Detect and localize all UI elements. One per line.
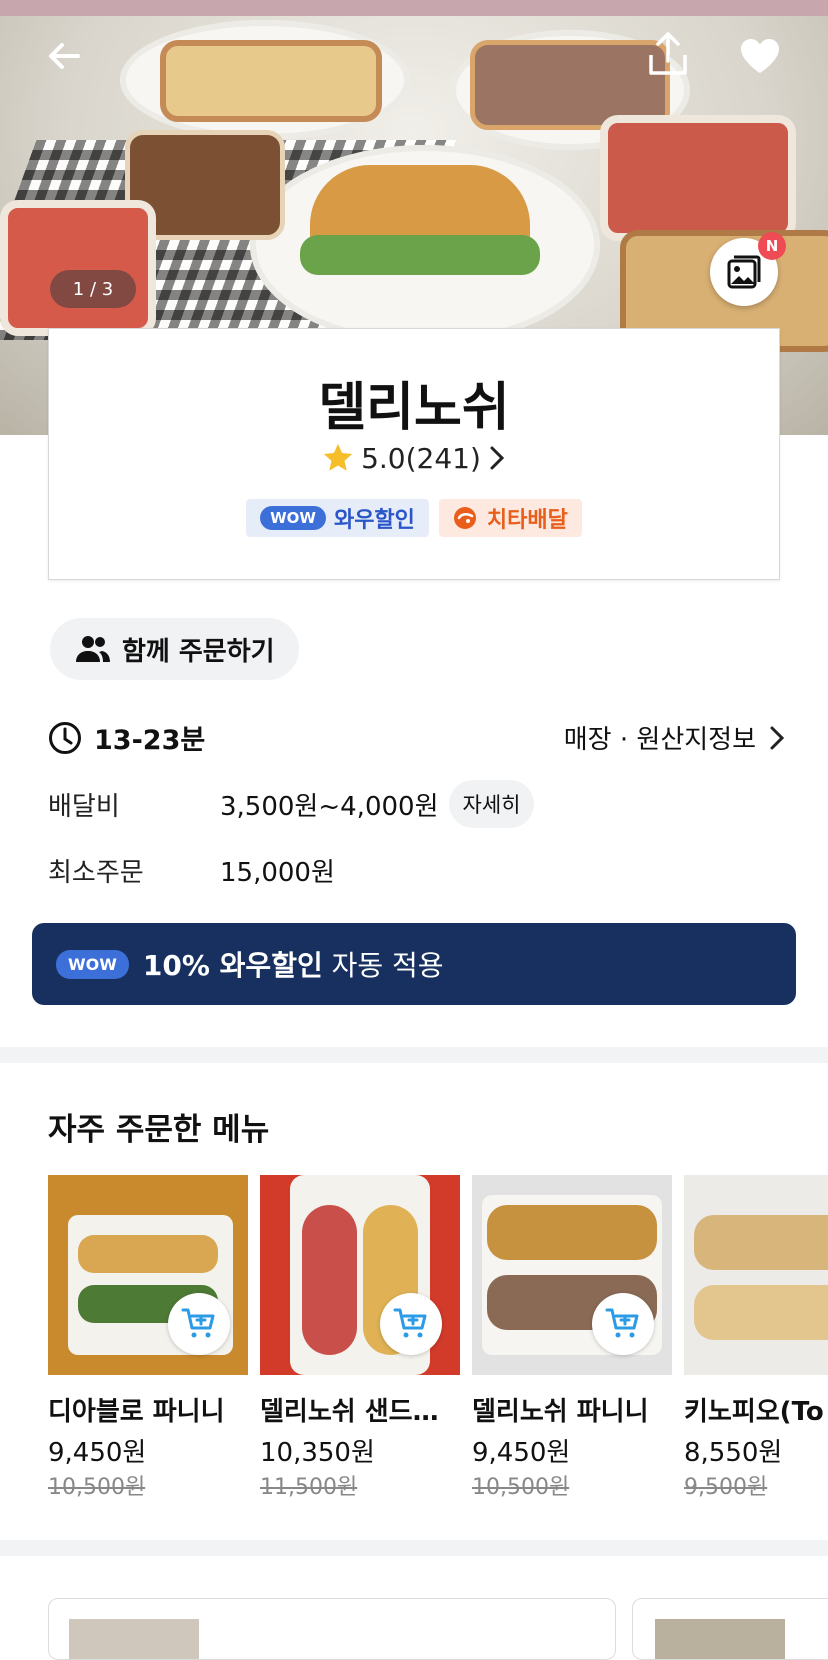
star-icon (323, 443, 353, 471)
add-to-cart-button[interactable] (380, 1293, 442, 1355)
wow-pill: WOW (260, 506, 326, 530)
menu-price: 9,450원 (472, 1438, 571, 1468)
menu-image (48, 1175, 248, 1375)
wow-banner-rest: 자동 적용 (322, 949, 444, 982)
rating-link[interactable]: 5.0 (241) (49, 441, 779, 475)
new-badge: N (758, 232, 786, 260)
menu-original-price: 10,500원 (48, 1475, 146, 1500)
promo-card[interactable] (632, 1598, 828, 1660)
sandwich (0, 200, 156, 336)
clock-icon (49, 721, 81, 754)
share-icon (649, 32, 687, 75)
frequent-menu-title: 자주 주문한 메뉴 (48, 1112, 270, 1148)
promo-thumbnail (655, 1619, 785, 1659)
cart-add-icon (181, 1308, 215, 1338)
menu-original-price: 11,500원 (260, 1475, 358, 1500)
store-info-link[interactable]: 매장 · 원산지정보 (564, 719, 786, 756)
min-order-value: 15,000원 (220, 858, 335, 888)
menu-price: 9,450원 (48, 1438, 147, 1468)
heart-icon (741, 39, 779, 73)
photo-review-button[interactable]: N (710, 232, 786, 306)
lettuce (300, 235, 540, 275)
wow-discount-banner[interactable]: WOW 10% 와우할인 자동 적용 (32, 923, 796, 1005)
menu-price: 8,550원 (684, 1438, 783, 1468)
wow-pill: WOW (56, 949, 129, 979)
add-to-cart-button[interactable] (168, 1293, 230, 1355)
section-divider (0, 1540, 828, 1556)
delivery-fee-row: 배달비 3,500원~4,000원 자세히 (48, 780, 535, 828)
menu-name: 키노피오(To (684, 1397, 824, 1427)
delivery-time: 13-23분 (48, 718, 205, 757)
menu-original-price: 10,500원 (472, 1475, 570, 1500)
delivery-fee-detail-button[interactable]: 자세히 (448, 780, 535, 828)
min-order-row: 최소주문 15,000원 (48, 852, 335, 889)
sandwich (160, 40, 382, 122)
wow-discount-label: 와우할인 (333, 508, 415, 533)
delivery-time-value: 13-23분 (94, 725, 206, 756)
cart-add-icon (393, 1308, 427, 1338)
menu-original-price: 9,500원 (684, 1475, 768, 1500)
menu-image (472, 1175, 672, 1375)
gallery-icon (727, 255, 761, 289)
menu-price: 10,350원 (260, 1438, 375, 1468)
delivery-time-row: 13-23분 매장 · 원산지정보 (48, 718, 786, 757)
wow-banner-highlight: 10% 와우할인 (142, 949, 323, 982)
menu-item[interactable]: 디아블로 파니니 9,450원 10,500원 (48, 1175, 248, 1501)
menu-name: 델리노쉬 샌드… (260, 1397, 439, 1427)
store-info-label: 매장 · 원산지정보 (563, 725, 756, 755)
wow-discount-badge: WOW 와우할인 (246, 499, 429, 537)
group-order-button[interactable]: 함께 주문하기 (50, 618, 299, 680)
menu-name: 디아블로 파니니 (48, 1397, 225, 1427)
menu-image (684, 1175, 828, 1375)
promo-card[interactable] (48, 1598, 616, 1660)
menu-name: 델리노쉬 파니니 (472, 1397, 649, 1427)
promo-thumbnail (69, 1619, 199, 1659)
group-order-label: 함께 주문하기 (122, 636, 275, 667)
back-button[interactable] (40, 32, 88, 80)
store-info-card: 델리노쉬 5.0 (241) WOW 와우할인 치타배달 (48, 328, 780, 580)
add-to-cart-button[interactable] (592, 1293, 654, 1355)
chevron-right-icon (490, 446, 505, 470)
menu-item[interactable]: 델리노쉬 파니니 9,450원 10,500원 (472, 1175, 672, 1501)
favorite-button[interactable] (736, 32, 784, 80)
people-icon (76, 636, 110, 662)
share-button[interactable] (644, 30, 692, 78)
menu-item[interactable]: 델리노쉬 샌드… 10,350원 11,500원 (260, 1175, 460, 1501)
store-name: 델리노쉬 (318, 378, 510, 438)
cheetah-delivery-badge: 치타배달 (438, 499, 582, 537)
back-arrow-icon (49, 43, 80, 69)
status-strip (0, 0, 828, 16)
wow-banner-text: 10% 와우할인 자동 적용 (143, 944, 444, 984)
cheetah-icon (453, 507, 476, 529)
badge-row: WOW 와우할인 치타배달 (49, 499, 779, 537)
menu-item[interactable]: 키노피오(To 8,550원 9,500원 (684, 1175, 828, 1501)
image-counter: 1 / 3 (50, 270, 136, 308)
delivery-fee-label: 배달비 (48, 791, 120, 822)
sandwich (600, 115, 796, 241)
rating-value: 5.0 (361, 441, 406, 475)
section-divider (0, 1047, 828, 1063)
cheetah-delivery-label: 치타배달 (486, 508, 568, 533)
cart-add-icon (605, 1308, 639, 1338)
review-count: (241) (405, 441, 481, 475)
delivery-fee-value: 3,500원~4,000원 (220, 791, 439, 822)
min-order-label: 최소주문 (48, 858, 144, 888)
menu-image (260, 1175, 460, 1375)
chevron-right-icon (770, 726, 785, 749)
